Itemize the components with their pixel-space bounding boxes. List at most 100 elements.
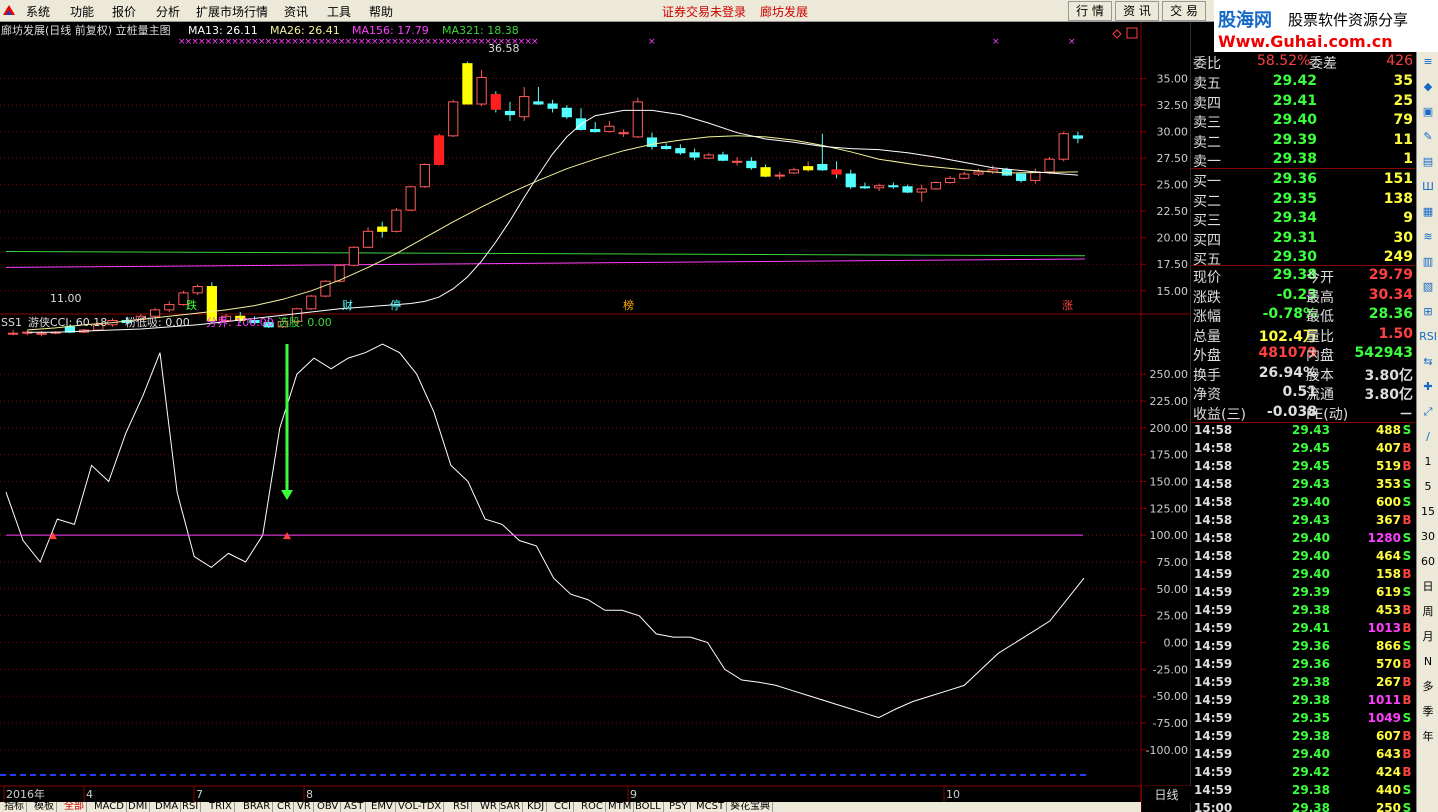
candle (604, 120, 615, 133)
indicator-tab[interactable]: RSI (180, 802, 202, 812)
ma156-label: MA156: 17.79 (352, 24, 429, 37)
menu-info[interactable]: 资讯 (284, 3, 308, 20)
menu-extended-market[interactable]: 扩展市场行情 (196, 3, 268, 20)
menu-quote[interactable]: 报价 (112, 3, 136, 20)
side-tool-icon[interactable]: ∕ (1417, 427, 1438, 447)
period-button[interactable]: 月 (1417, 627, 1438, 647)
indicator-tab[interactable]: ROC (579, 802, 606, 812)
period-button[interactable]: 30 (1417, 527, 1438, 547)
indicator-tab[interactable]: KDJ (525, 802, 548, 812)
top-marker-x: × (992, 37, 1000, 47)
indicator-tab[interactable]: BOLL (633, 802, 664, 812)
menu-tools[interactable]: 工具 (327, 3, 351, 20)
side-tool-icon[interactable]: RSI (1417, 327, 1438, 347)
side-tool-icon[interactable]: ▥ (1417, 252, 1438, 272)
side-tool-icon[interactable]: ✎ (1417, 127, 1438, 147)
indicator-tab[interactable]: VOL-TDX (396, 802, 445, 812)
period-button[interactable]: 60 (1417, 552, 1438, 572)
candle (448, 99, 459, 137)
tick-direction: S (1402, 711, 1412, 725)
indicator-tab[interactable]: CCI (552, 802, 574, 812)
side-tool-icon[interactable]: ▦ (1417, 202, 1438, 222)
candle (831, 161, 842, 179)
menu-help[interactable]: 帮助 (369, 3, 393, 20)
indicator-tab[interactable]: BRAR (241, 802, 274, 812)
marker-ting: 停 (390, 299, 401, 312)
side-tool-icon[interactable]: Ш (1417, 177, 1438, 197)
period-button[interactable]: 1 (1417, 452, 1438, 472)
indicator-tab[interactable]: MTM (606, 802, 635, 812)
indicator-tab[interactable]: CR (275, 802, 294, 812)
ask-row: 卖一 29.38 1 (1191, 150, 1415, 170)
side-tool-icon[interactable]: ⇆ (1417, 352, 1438, 372)
indicator-tab[interactable]: DMA (153, 802, 182, 812)
side-tool-icon[interactable]: ▣ (1417, 102, 1438, 122)
side-tool-icon[interactable]: ≋ (1417, 227, 1438, 247)
candle-body (504, 110, 516, 116)
period-button[interactable]: N (1417, 652, 1438, 672)
period-button[interactable]: 季 (1417, 702, 1438, 722)
candle-body (604, 125, 615, 133)
period-selector[interactable]: 日线 (1141, 786, 1191, 802)
tick-time: 14:59 (1194, 711, 1233, 725)
ask-label: 卖五 (1193, 76, 1221, 92)
bid-volume: 249 (1383, 249, 1413, 265)
candle-body (590, 128, 601, 133)
indicator-tab[interactable]: 全部 (62, 802, 87, 812)
candle (774, 171, 785, 180)
indicator-tab[interactable]: OBV (315, 802, 342, 812)
side-tool-icon[interactable]: ⤢ (1417, 402, 1438, 422)
indicator-tab[interactable]: MACD (92, 802, 127, 812)
side-tool-icon[interactable]: ≡ (1417, 52, 1438, 72)
menu-analysis[interactable]: 分析 (156, 3, 180, 20)
indicator-tab[interactable]: MCST (694, 802, 728, 812)
menu-function[interactable]: 功能 (70, 3, 94, 20)
bid-row: 买四 29.31 30 (1191, 229, 1415, 249)
indicator-tab[interactable]: 指标 (2, 802, 27, 812)
trade-login-status[interactable]: 证券交易未登录 (662, 3, 746, 20)
indicator-tab[interactable]: 葵花宝典 (728, 802, 773, 812)
chart-area[interactable]: 15.00 17.50 20.00 22.50 25.00 27.50 30.00 32.50… (0, 22, 1191, 812)
indicator-tab[interactable]: DMI (126, 802, 151, 812)
main-tick-label: 22.50 (1157, 205, 1189, 218)
side-tool-icon[interactable]: ▧ (1417, 277, 1438, 297)
period-button[interactable]: 15 (1417, 502, 1438, 522)
period-button[interactable]: 周 (1417, 602, 1438, 622)
indicator-tab[interactable]: AST (342, 802, 367, 812)
tick-price: 29.43 (1292, 423, 1330, 437)
tick-time: 14:59 (1194, 621, 1233, 635)
tick-time: 14:58 (1194, 549, 1233, 563)
side-tool-icon[interactable]: ⊞ (1417, 302, 1438, 322)
candle (306, 295, 317, 310)
news-button[interactable]: 资 讯 (1115, 1, 1159, 21)
trade-button[interactable]: 交 易 (1162, 1, 1206, 21)
side-tool-icon[interactable]: ✚ (1417, 377, 1438, 397)
side-tool-icon[interactable]: ◆ (1417, 77, 1438, 97)
period-button[interactable]: 多 (1417, 677, 1438, 697)
indicator-tab[interactable]: PSY (667, 802, 691, 812)
stat-label: 最高 (1306, 289, 1334, 306)
indicator-tab[interactable]: SAR (498, 802, 524, 812)
x-axis-label: 7 (196, 788, 203, 801)
period-button[interactable]: 年 (1417, 727, 1438, 747)
candle (689, 148, 700, 161)
market-button[interactable]: 行 情 (1068, 1, 1112, 21)
candle-body (391, 209, 402, 232)
indicator-tab[interactable]: WR (478, 802, 500, 812)
tick-price: 29.45 (1292, 459, 1330, 473)
menu-system[interactable]: 系统 (26, 3, 50, 20)
indicator-tab[interactable]: EMV (369, 802, 396, 812)
period-button[interactable]: 5 (1417, 477, 1438, 497)
main-tick-label: 27.50 (1157, 152, 1189, 165)
indicator-tab[interactable]: VR (295, 802, 314, 812)
tick-row: 14:58 29.45 519 B (1191, 458, 1415, 476)
candle (874, 183, 885, 192)
ma13-label: MA13: 26.11 (188, 24, 258, 37)
period-button[interactable]: 日 (1417, 577, 1438, 597)
tick-price: 29.36 (1292, 639, 1330, 653)
side-tool-icon[interactable]: ▤ (1417, 152, 1438, 172)
indicator-tab[interactable]: TRIX (207, 802, 235, 812)
indicator-tab[interactable]: 模板 (32, 802, 57, 812)
indicator-tab[interactable]: RSI (451, 802, 473, 812)
stat-row: 外盘 481079 内盘 542943 (1191, 344, 1415, 364)
